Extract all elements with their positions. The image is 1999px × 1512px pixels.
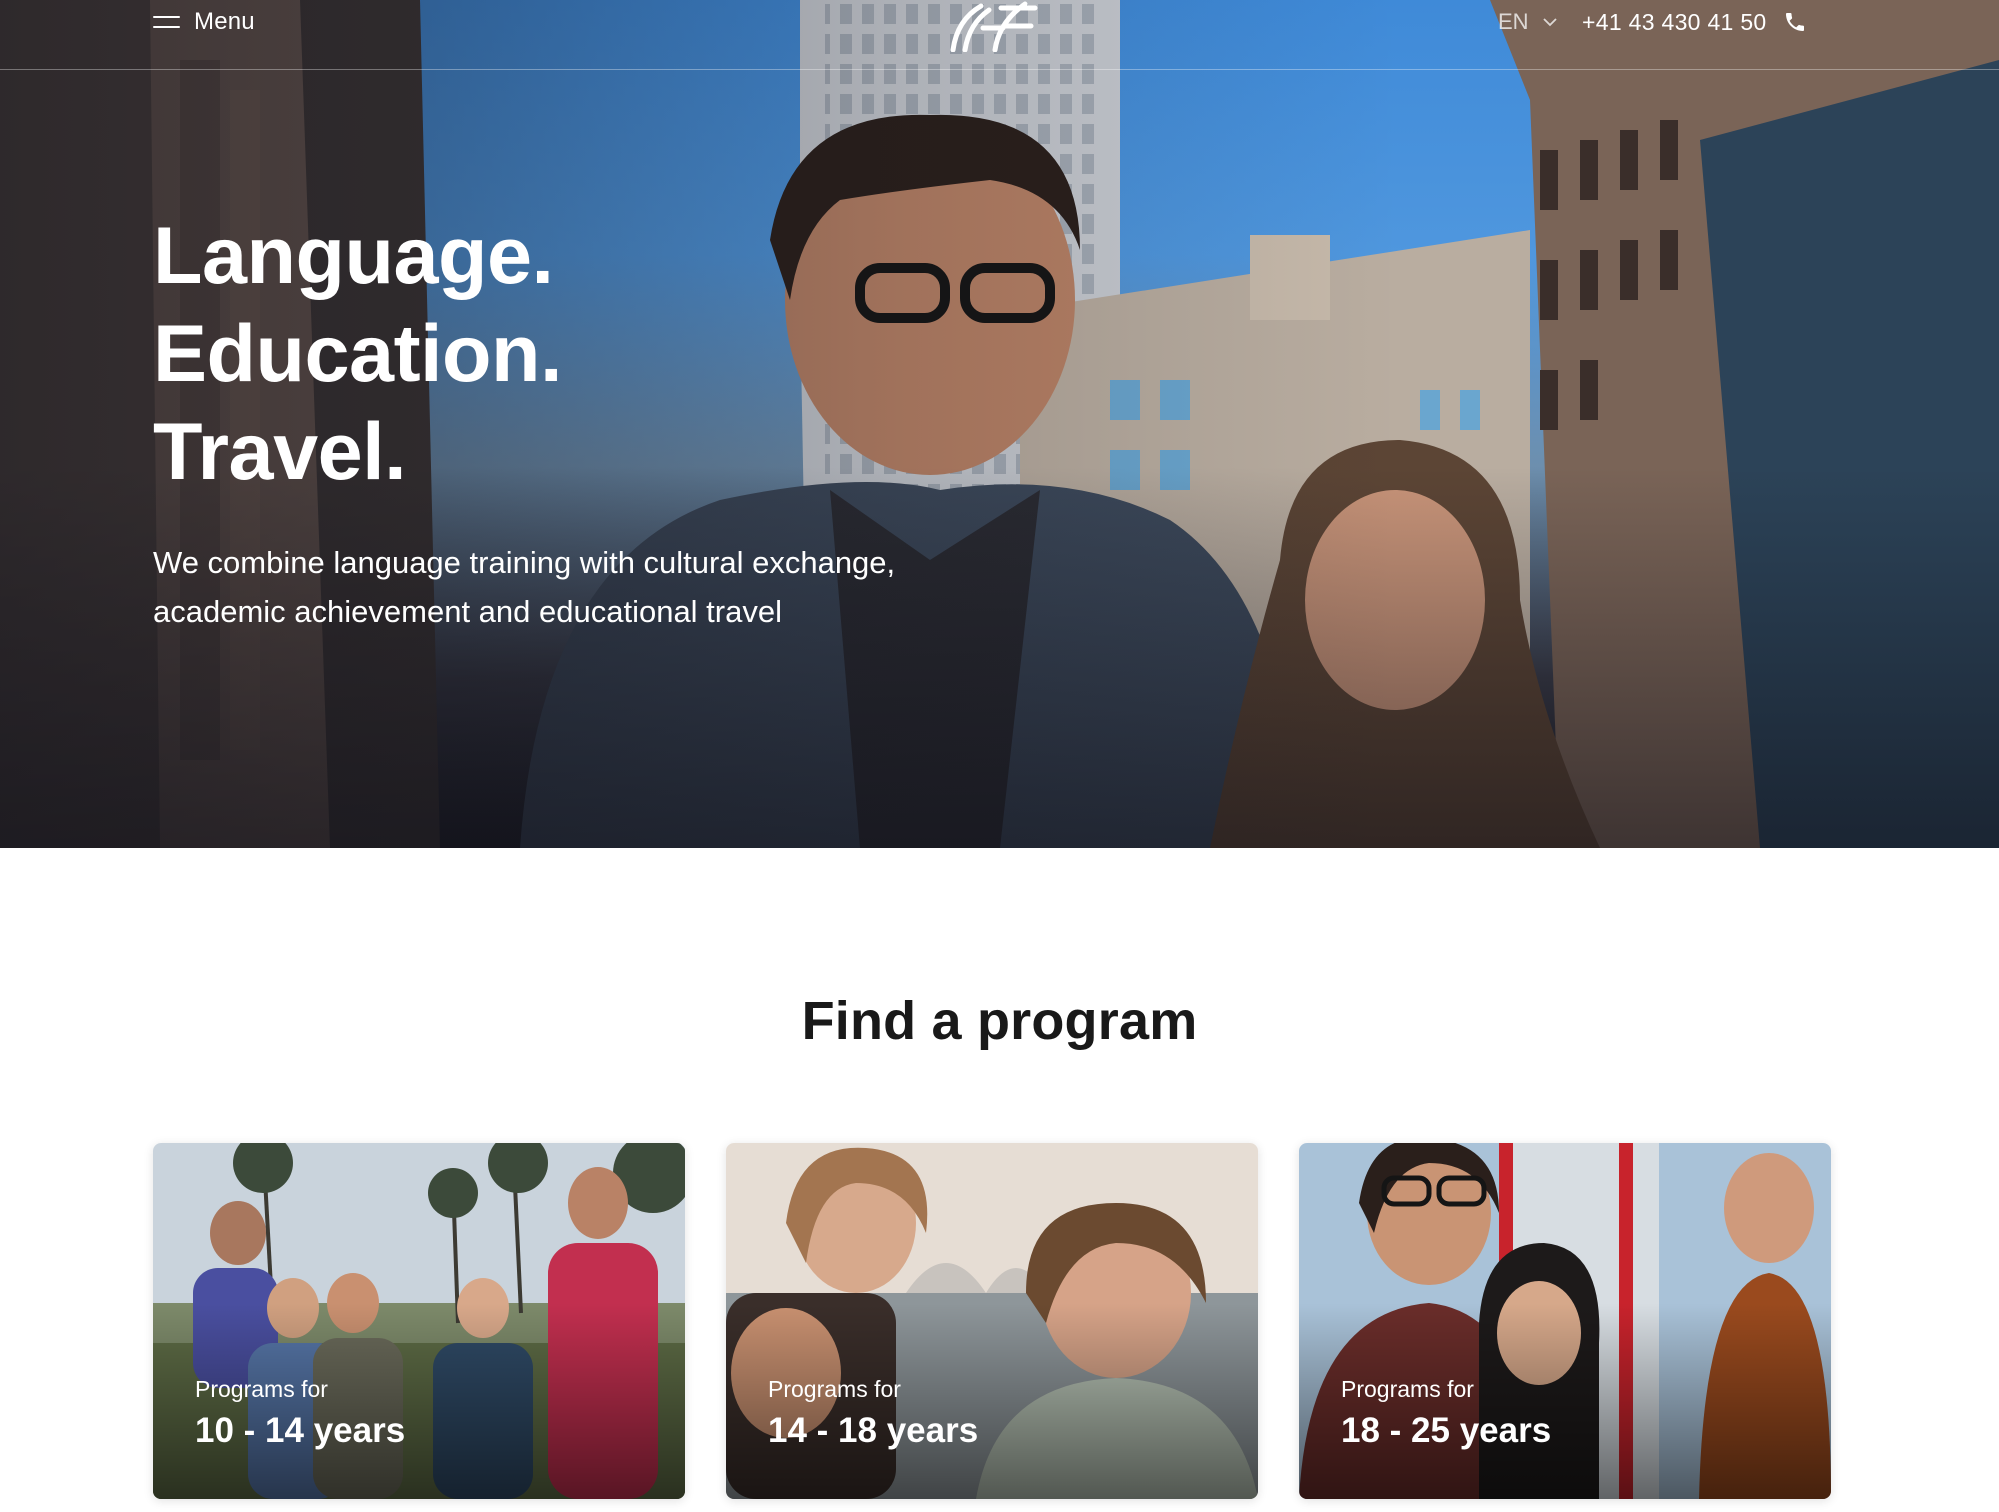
phone-number: +41 43 430 41 50: [1582, 8, 1767, 35]
hero-description: We combine language training with cultur…: [153, 545, 896, 629]
card-age-range: 18 - 25 years: [1341, 1411, 1552, 1450]
card-kicker: Programs for: [768, 1376, 901, 1402]
hamburger-icon: [153, 15, 180, 29]
program-card-14-18[interactable]: Programs for 14 - 18 years: [726, 1143, 1258, 1499]
find-program-heading: Find a program: [801, 991, 1198, 1051]
program-card-18-25[interactable]: Programs for 18 - 25 years: [1299, 1143, 1831, 1499]
language-selector[interactable]: EN: [1498, 6, 1557, 38]
chevron-down-icon: [1542, 17, 1557, 26]
phone-icon: [1785, 13, 1804, 31]
ef-logo[interactable]: [943, 0, 1039, 52]
card-age-range: 14 - 18 years: [768, 1411, 979, 1450]
language-label: EN: [1498, 9, 1529, 34]
headline-line-travel: Travel.: [153, 407, 407, 497]
card-kicker: Programs for: [1341, 1376, 1474, 1402]
menu-label: Menu: [194, 8, 255, 35]
card-kicker: Programs for: [195, 1376, 328, 1402]
program-card-10-14[interactable]: Programs for 10 - 14 years: [153, 1143, 685, 1499]
hero-headline: Language. Education. Travel.: [153, 207, 563, 501]
menu-button[interactable]: Menu: [153, 6, 255, 38]
headline-line-language: Language.: [153, 211, 554, 301]
headline-line-education: Education.: [153, 309, 563, 399]
card-age-range: 10 - 14 years: [195, 1411, 406, 1450]
top-navigation-bar: Menu EN +41 43 430 41 50: [0, 0, 1999, 70]
phone-link[interactable]: +41 43 430 41 50: [1582, 6, 1807, 38]
hero-banner: Menu EN +41 43 430 41 50 Language. Educa…: [0, 0, 1999, 848]
